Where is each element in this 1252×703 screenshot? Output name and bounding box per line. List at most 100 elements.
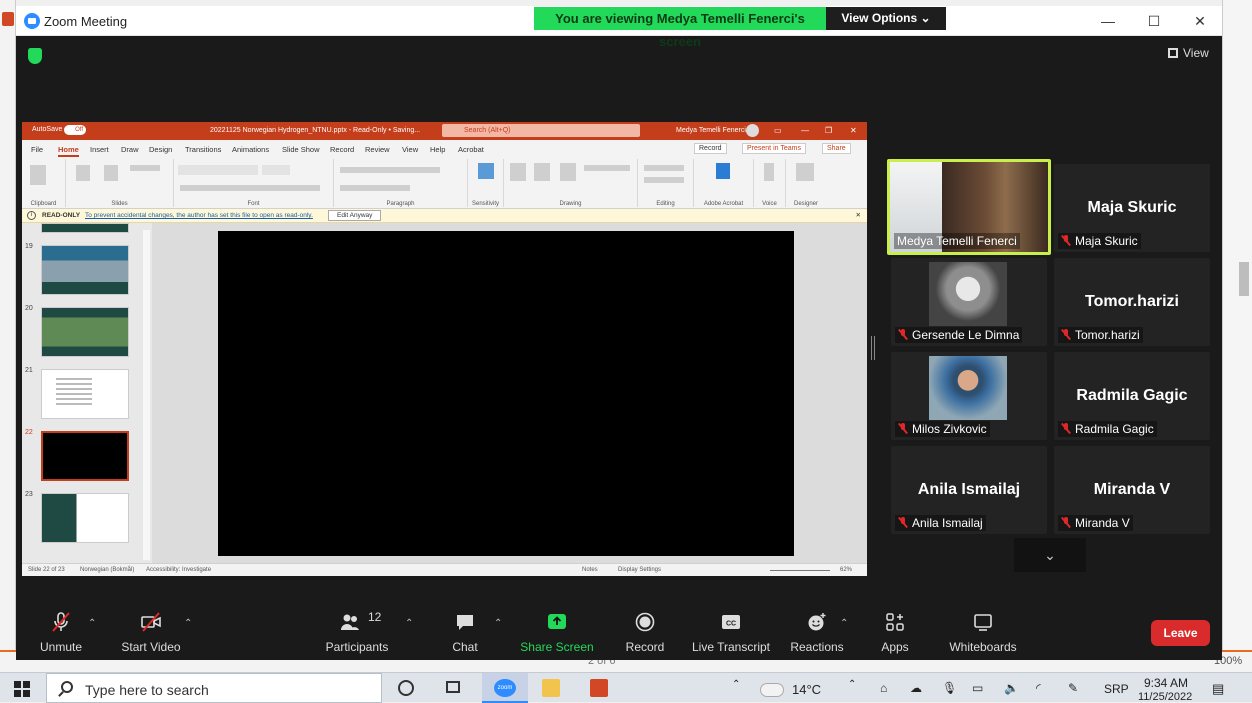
status-accessibility[interactable]: Accessibility: Investigate xyxy=(146,567,211,573)
title-bar: Zoom Meeting You are viewing Medya Temel… xyxy=(16,6,1222,49)
tab-transitions[interactable]: Transitions xyxy=(185,145,221,154)
onedrive-icon[interactable]: ☁ xyxy=(910,681,922,695)
reactions-caret[interactable]: ⌃ xyxy=(840,618,848,629)
present-in-teams-button[interactable]: Present in Teams xyxy=(742,143,806,154)
whiteboards-button[interactable]: Whiteboards xyxy=(938,600,1028,660)
wifi-icon[interactable]: ◜ xyxy=(1036,681,1041,695)
tab-file[interactable]: File xyxy=(31,145,43,154)
participant-tile[interactable]: Gersende Le Dimna xyxy=(891,258,1047,346)
tab-review[interactable]: Review xyxy=(365,145,390,154)
thumbnail-21[interactable] xyxy=(41,369,129,419)
live-transcript-button[interactable]: CC Live Transcript xyxy=(686,600,776,660)
apps-button[interactable]: Apps xyxy=(850,600,940,660)
tab-insert[interactable]: Insert xyxy=(90,145,109,154)
gallery-next-button[interactable]: ⌄ xyxy=(1014,538,1086,572)
participant-tile[interactable]: Anila Ismailaj Anila Ismailaj xyxy=(891,446,1047,534)
maximize-button[interactable]: ☐ xyxy=(1144,12,1164,30)
video-off-icon xyxy=(141,612,161,632)
close-icon[interactable]: ✕ xyxy=(856,211,861,219)
participant-tile[interactable]: Radmila Gagic Radmila Gagic xyxy=(1054,352,1210,440)
participant-tile[interactable]: Medya Temelli Fenerci xyxy=(887,159,1051,255)
tab-design[interactable]: Design xyxy=(149,145,172,154)
current-slide[interactable] xyxy=(218,231,794,556)
muted-mic-icon xyxy=(52,612,70,632)
language-indicator[interactable]: SRP xyxy=(1104,682,1129,696)
tab-animations[interactable]: Animations xyxy=(232,145,269,154)
powerpoint-taskbar-icon[interactable] xyxy=(590,679,608,697)
start-video-button[interactable]: Start Video xyxy=(106,600,196,660)
tray-chevron[interactable]: ⌃ xyxy=(848,679,856,690)
share-button[interactable]: Share xyxy=(822,143,851,154)
clock-time[interactable]: 9:34 AM xyxy=(1144,676,1188,690)
view-button[interactable]: View xyxy=(1168,46,1209,60)
tab-home[interactable]: Home xyxy=(58,145,79,157)
view-options-button[interactable]: View Options ⌄ xyxy=(826,7,946,30)
thumbnail-22-selected[interactable] xyxy=(41,431,129,481)
ppt-close[interactable]: ✕ xyxy=(850,126,857,135)
ppt-search[interactable]: Search (Alt+Q) xyxy=(442,124,640,137)
cortana-icon[interactable] xyxy=(398,680,414,696)
edit-anyway-button[interactable]: Edit Anyway xyxy=(328,210,382,221)
weather-temp[interactable]: 14°C xyxy=(792,682,821,697)
readonly-message[interactable]: To prevent accidental changes, the autho… xyxy=(85,212,313,219)
participant-tile[interactable]: Milos Zivkovic xyxy=(891,352,1047,440)
file-explorer-icon[interactable] xyxy=(542,679,560,697)
notes-button[interactable]: Notes xyxy=(582,567,598,573)
tab-acrobat[interactable]: Acrobat xyxy=(458,145,484,154)
participant-tile[interactable]: Miranda V Miranda V xyxy=(1054,446,1210,534)
reactions-button[interactable]: Reactions xyxy=(772,600,862,660)
thumbnail-scrollbar[interactable] xyxy=(143,230,150,560)
thumbnail-18[interactable] xyxy=(41,223,129,233)
participants-button[interactable]: 12 Participants xyxy=(312,600,402,660)
share-screen-button[interactable]: Share Screen xyxy=(512,600,602,660)
clock-date[interactable]: 11/25/2022 xyxy=(1138,691,1192,703)
zoom-taskbar-button[interactable]: zoom xyxy=(482,673,528,703)
windows-start-icon[interactable] xyxy=(14,681,30,697)
unmute-button[interactable]: Unmute xyxy=(16,600,106,660)
thumbnail-19[interactable] xyxy=(41,245,129,295)
tab-record[interactable]: Record xyxy=(330,145,354,154)
chat-button[interactable]: Chat xyxy=(420,600,510,660)
battery-icon[interactable]: ▭ xyxy=(972,681,983,695)
task-view-icon[interactable] xyxy=(444,679,462,697)
close-button[interactable]: ✕ xyxy=(1190,12,1210,30)
taskbar-search[interactable]: Type here to search xyxy=(46,673,382,703)
tab-view[interactable]: View xyxy=(402,145,418,154)
video-options-caret[interactable]: ⌃ xyxy=(184,618,192,629)
tab-slideshow[interactable]: Slide Show xyxy=(282,145,320,154)
show-hidden-icons[interactable]: ⌃ xyxy=(732,679,740,690)
ppt-restore[interactable]: ❐ xyxy=(825,126,832,135)
pen-icon[interactable]: ✎ xyxy=(1068,681,1078,695)
minimize-button[interactable]: — xyxy=(1098,12,1118,30)
ppt-minimize[interactable]: — xyxy=(801,126,809,135)
participant-tile[interactable]: Tomor.harizi Tomor.harizi xyxy=(1054,258,1210,346)
microphone-icon[interactable]: 🎙 xyxy=(942,681,957,695)
ppt-ribbon-icon[interactable]: ▭ xyxy=(774,126,782,135)
scrollbar-thumb[interactable] xyxy=(1239,262,1249,296)
participants-caret[interactable]: ⌃ xyxy=(405,618,413,629)
zoom-slider[interactable] xyxy=(770,570,830,571)
group-sensitivity: Sensitivity xyxy=(468,159,504,207)
group-label: Voice xyxy=(762,201,777,207)
avatar[interactable] xyxy=(746,124,759,137)
splitter-handle[interactable] xyxy=(871,336,875,360)
notifications-icon[interactable]: ▤ xyxy=(1212,681,1224,697)
record-button[interactable]: Record xyxy=(600,600,690,660)
shield-icon[interactable] xyxy=(28,48,42,64)
network-icon[interactable]: ⌂ xyxy=(880,681,887,695)
group-designer: Designer xyxy=(786,159,826,207)
autosave-toggle[interactable]: Off xyxy=(64,125,86,135)
display-settings-button[interactable]: Display Settings xyxy=(618,567,661,573)
volume-icon[interactable]: 🔈 xyxy=(1004,681,1019,695)
thumbnail-20[interactable] xyxy=(41,307,129,357)
record-button[interactable]: Record xyxy=(694,143,727,154)
chat-caret[interactable]: ⌃ xyxy=(494,618,502,629)
group-voice: Voice xyxy=(754,159,786,207)
tab-help[interactable]: Help xyxy=(430,145,445,154)
tab-draw[interactable]: Draw xyxy=(121,145,139,154)
leave-button[interactable]: Leave xyxy=(1151,620,1210,646)
audio-options-caret[interactable]: ⌃ xyxy=(88,618,96,629)
participant-tile[interactable]: Maja Skuric Maja Skuric xyxy=(1054,164,1210,252)
weather-icon[interactable] xyxy=(760,683,784,697)
thumbnail-23[interactable] xyxy=(41,493,129,543)
